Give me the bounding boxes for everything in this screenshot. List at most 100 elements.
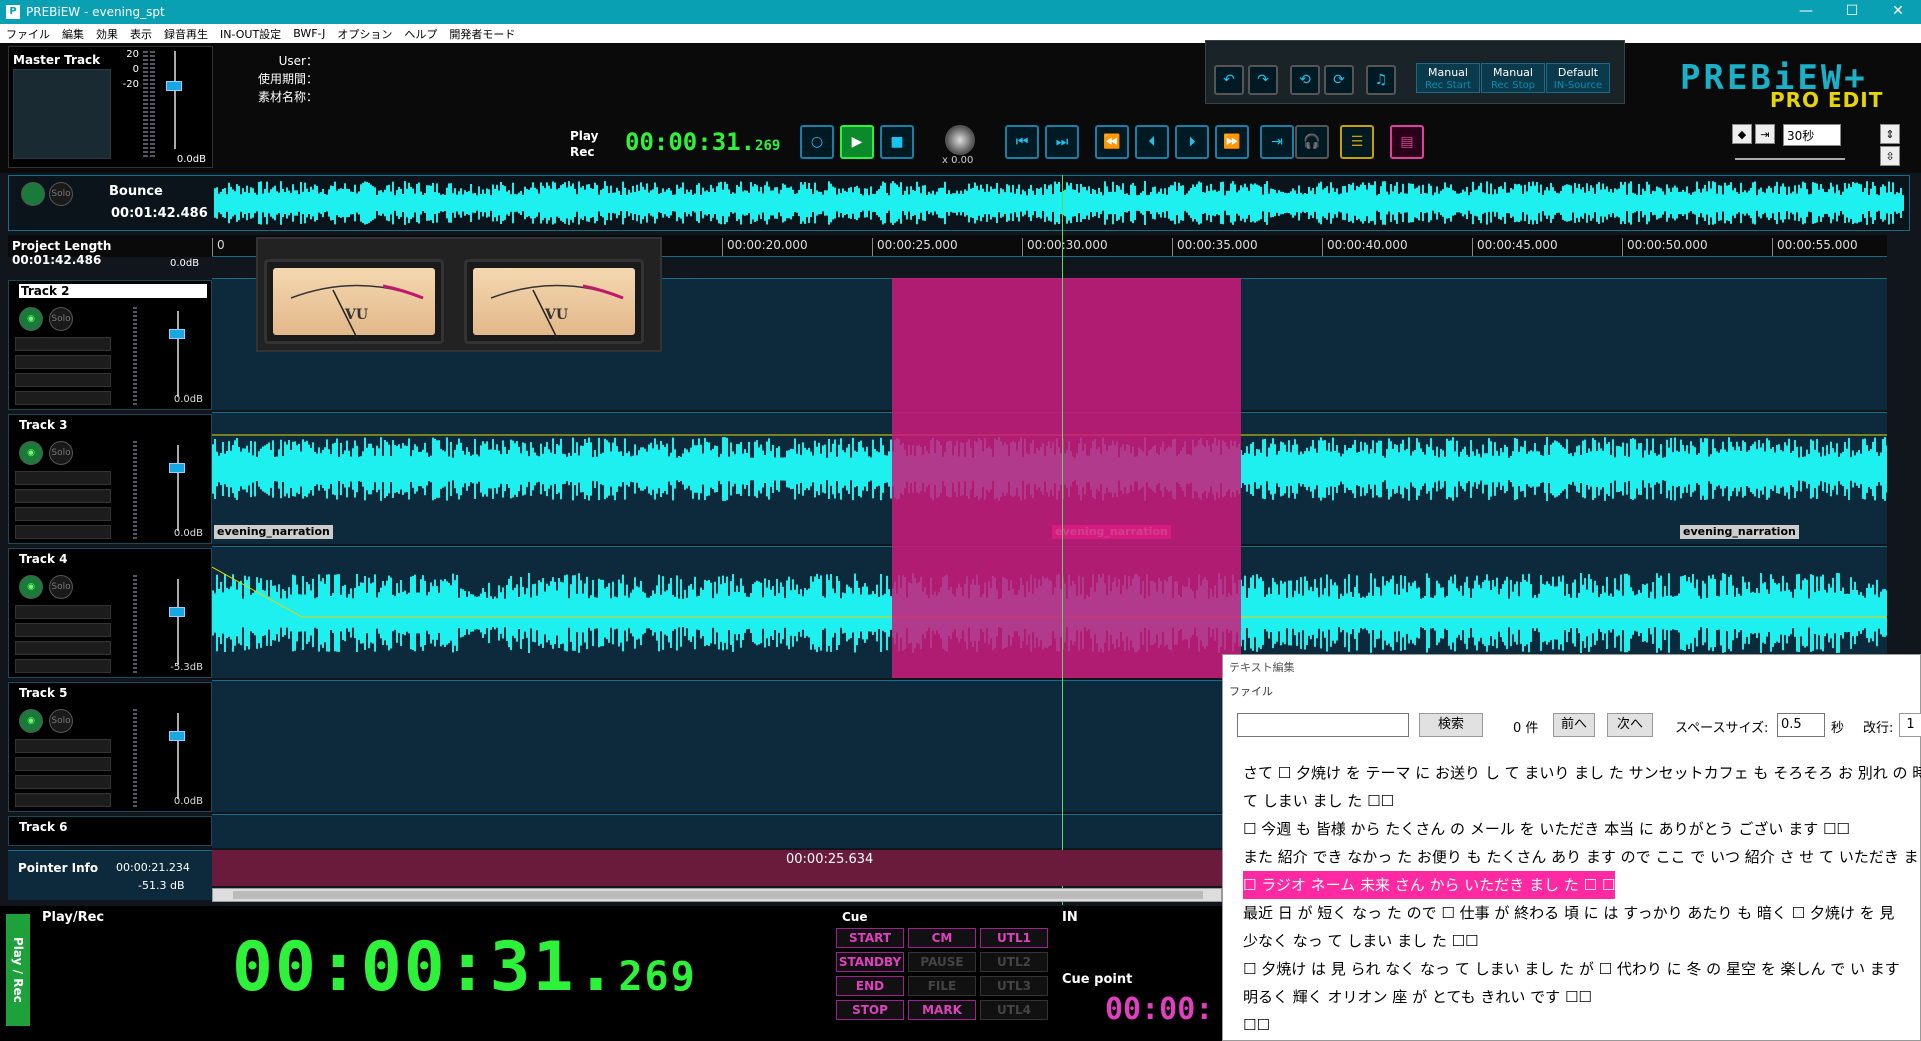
bounce-time: 00:01:42.486: [111, 206, 208, 221]
next-marker-button[interactable]: ⏵: [1175, 125, 1209, 159]
zoom-in-button[interactable]: ◆: [1732, 124, 1752, 144]
skip-forward-button[interactable]: ⏭: [1045, 125, 1079, 159]
transcript-text[interactable]: さて ☐ 夕焼け を テーマ に お送り し て まいり まし た サンセットカ…: [1243, 759, 1921, 1039]
space-size-input[interactable]: 0.5: [1777, 713, 1825, 737]
track-5-mute-button[interactable]: ◉: [19, 709, 43, 733]
project-length: Project Length 00:01:42.486: [8, 235, 212, 267]
line-break-input[interactable]: 1: [1899, 713, 1921, 737]
track-3-mute-button[interactable]: ◉: [19, 441, 43, 465]
minimize-button[interactable]: —: [1783, 0, 1829, 24]
track-2-mute-button[interactable]: ◉: [19, 307, 43, 331]
default-in-source-button[interactable]: Default IN-Source: [1546, 63, 1610, 93]
music-button[interactable]: ♫: [1366, 65, 1396, 95]
track-5-db: 0.0dB: [173, 796, 203, 807]
master-fader[interactable]: [166, 81, 182, 91]
big-timecode-main: 00:00:31.: [232, 928, 619, 1007]
track-2-name[interactable]: Track 2: [19, 284, 207, 298]
track-6-name[interactable]: Track 6: [19, 820, 68, 834]
cue-utl2-button[interactable]: UTL2: [980, 952, 1048, 972]
menu-options[interactable]: オプション: [331, 26, 398, 42]
record-button[interactable]: ○: [800, 125, 834, 159]
text-editor-menu-file[interactable]: ファイル: [1229, 683, 1273, 699]
document-button[interactable]: ▤: [1390, 125, 1424, 159]
track-5-name[interactable]: Track 5: [19, 686, 68, 700]
zoom-slider[interactable]: [1735, 158, 1845, 160]
manual-rec-stop-label: Manual: [1493, 66, 1533, 79]
track-5-fader[interactable]: [169, 731, 185, 741]
bounce-mute-button[interactable]: [21, 182, 45, 206]
track-2-fader[interactable]: [169, 329, 185, 339]
play-rec-tab[interactable]: Play / Rec: [6, 914, 30, 1026]
menu-in-out[interactable]: IN-OUT設定: [214, 26, 287, 42]
track-5-solo-button[interactable]: Solo: [49, 709, 73, 733]
cue-utl1-button[interactable]: UTL1: [980, 928, 1048, 948]
playhead[interactable]: [1062, 175, 1063, 905]
play-button[interactable]: ▶: [840, 125, 874, 159]
cue-mark-button[interactable]: MARK: [908, 1000, 976, 1020]
collapse-button[interactable]: ⇳: [1880, 146, 1900, 166]
cue-stop-button[interactable]: STOP: [836, 1000, 904, 1020]
bounce-solo-button[interactable]: Solo: [49, 182, 73, 206]
scroll-thumb[interactable]: [233, 891, 1203, 899]
cue-end-button[interactable]: END: [836, 976, 904, 996]
track-5-meter: [133, 709, 137, 807]
track-4-solo-button[interactable]: Solo: [49, 575, 73, 599]
expand-button[interactable]: ⇕: [1880, 124, 1900, 144]
play-rec-label: Play/Rec: [42, 910, 105, 925]
menu-developer[interactable]: 開発者モード: [443, 26, 521, 42]
marker-bar[interactable]: [212, 850, 1222, 886]
skip-start-button[interactable]: ⏮: [1005, 125, 1039, 159]
jog-dial[interactable]: [945, 125, 975, 155]
fast-forward-button[interactable]: ⏩: [1215, 125, 1249, 159]
menu-record-play[interactable]: 録音再生: [158, 26, 214, 42]
menu-view[interactable]: 表示: [124, 26, 158, 42]
maximize-button[interactable]: ☐: [1829, 0, 1875, 24]
track-4-fader[interactable]: [169, 607, 185, 617]
track-4-mute-button[interactable]: ◉: [19, 575, 43, 599]
zoom-fit-button[interactable]: ⇥: [1755, 124, 1775, 144]
track-4-name[interactable]: Track 4: [19, 552, 68, 566]
undo-button[interactable]: ↶: [1214, 65, 1244, 95]
split-button[interactable]: ⇥: [1260, 125, 1294, 159]
manual-rec-start-button[interactable]: Manual Rec Start: [1416, 63, 1480, 93]
menu-edit[interactable]: 編集: [56, 26, 90, 42]
track-2-solo-button[interactable]: Solo: [49, 307, 73, 331]
cue-utl3-button[interactable]: UTL3: [980, 976, 1048, 996]
cue-cm-button[interactable]: CM: [908, 928, 976, 948]
track-3-fader[interactable]: [169, 463, 185, 473]
prev-button[interactable]: 前へ: [1553, 713, 1595, 737]
close-button[interactable]: ✕: [1875, 0, 1921, 24]
menu-file[interactable]: ファイル: [0, 26, 56, 42]
prev-marker-icon: ⏴: [1148, 134, 1156, 150]
manual-rec-stop-sub: Rec Stop: [1490, 80, 1536, 91]
track-3-solo-button[interactable]: Solo: [49, 441, 73, 465]
cue-standby-button[interactable]: STANDBY: [836, 952, 904, 972]
track-3-slot: [15, 525, 111, 539]
headphone-button[interactable]: 🎧: [1295, 125, 1329, 159]
cue-start-button[interactable]: START: [836, 928, 904, 948]
clip-label[interactable]: evening_narration: [214, 525, 333, 539]
next-button[interactable]: 次へ: [1607, 713, 1653, 737]
rewind-button[interactable]: ⏪: [1095, 125, 1129, 159]
cue-utl4-button[interactable]: UTL4: [980, 1000, 1048, 1020]
menu-help[interactable]: ヘルプ: [398, 26, 443, 42]
cue-file-button[interactable]: FILE: [908, 976, 976, 996]
stop-button[interactable]: ■: [880, 125, 914, 159]
search-input[interactable]: [1237, 713, 1409, 737]
menu-bwf[interactable]: BWF-J: [287, 27, 331, 40]
selection-region[interactable]: [892, 278, 1241, 678]
loop-button[interactable]: ⟲: [1290, 65, 1320, 95]
zoom-select[interactable]: 30秒: [1783, 124, 1841, 146]
manual-rec-stop-button[interactable]: Manual Rec Stop: [1481, 63, 1545, 93]
search-button[interactable]: 検索: [1419, 713, 1483, 737]
track-3-name[interactable]: Track 3: [19, 418, 68, 432]
menu-effects[interactable]: 効果: [90, 26, 124, 42]
loop-play-button[interactable]: ⟳: [1324, 65, 1354, 95]
transcript-line: ☐ 今週 も 皆様 から たくさん の メール を いただき 本当 に ありがと…: [1243, 820, 1850, 838]
prev-marker-button[interactable]: ⏴: [1135, 125, 1169, 159]
clip-label[interactable]: evening_narration: [1680, 525, 1799, 539]
redo-button[interactable]: ↷: [1248, 65, 1278, 95]
mixer-button[interactable]: ☰: [1340, 125, 1374, 159]
cue-pause-button[interactable]: PAUSE: [908, 952, 976, 972]
horizontal-scrollbar[interactable]: [212, 888, 1222, 902]
